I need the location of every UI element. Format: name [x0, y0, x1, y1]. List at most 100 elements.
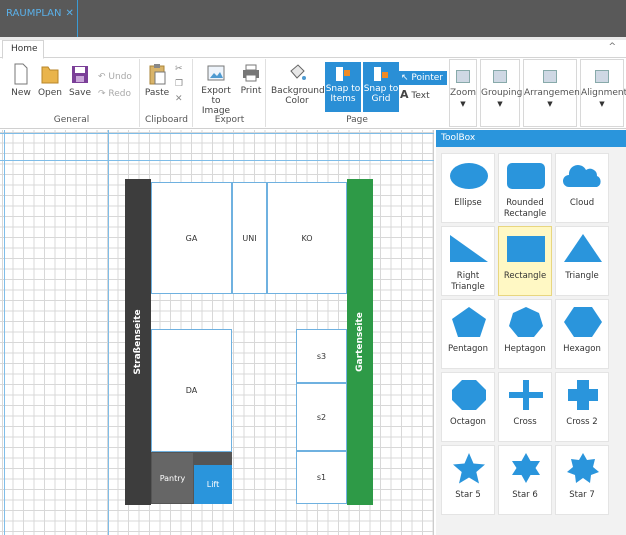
export-image-button[interactable]: Export to Image	[196, 63, 236, 116]
tool-hexagon[interactable]: Hexagon	[555, 299, 609, 369]
arrangement-label: Arrangement	[524, 88, 584, 98]
document-tab-title: RAUMPLAN	[6, 8, 62, 19]
pointer-label: Pointer	[411, 73, 443, 83]
cut-icon[interactable]: ✂	[175, 64, 183, 74]
snap-to-items-label: Snap to Items	[325, 84, 361, 104]
garden-side-bar[interactable]: Gartenseite	[347, 179, 373, 505]
chevron-down-icon: ▼	[599, 100, 605, 108]
chevron-down-icon: ▼	[547, 100, 553, 108]
arrangement-button[interactable]: Arrangement ▼	[523, 59, 583, 127]
grouping-icon	[493, 70, 507, 83]
tool-rectangle[interactable]: Rectangle	[498, 226, 552, 296]
collapse-ribbon-icon[interactable]: ^	[608, 42, 616, 52]
pentagon-icon	[452, 307, 486, 337]
group-export: Export to Image Print Export	[194, 59, 266, 127]
tool-label: Heptagon	[504, 344, 546, 354]
arrangement-icon	[543, 70, 557, 83]
room-lift-label: Lift	[206, 480, 220, 489]
delete-icon[interactable]: ✕	[175, 94, 183, 104]
room-s1[interactable]: s1	[296, 451, 347, 504]
grouping-button[interactable]: Grouping ▼	[480, 59, 522, 127]
room-s3-label: s3	[316, 351, 327, 361]
group-export-label: Export	[214, 115, 245, 125]
paste-button[interactable]: Paste	[144, 63, 170, 98]
alignment-button[interactable]: Alignment ▼	[580, 59, 626, 127]
redo-button[interactable]: ↷ Redo	[98, 89, 131, 99]
copy-icon[interactable]: ❐	[175, 79, 183, 89]
hexagon-icon	[564, 307, 602, 337]
tool-pentagon[interactable]: Pentagon	[441, 299, 495, 369]
tool-label: Right Triangle	[451, 271, 485, 292]
room-s2[interactable]: s2	[296, 383, 347, 451]
save-icon	[72, 66, 88, 83]
room-ga[interactable]: GA	[151, 182, 232, 294]
tool-heptagon[interactable]: Heptagon	[498, 299, 552, 369]
tool-cross-2[interactable]: Cross 2	[555, 372, 609, 442]
tool-octagon[interactable]: Octagon	[441, 372, 495, 442]
export-image-icon	[207, 65, 225, 81]
save-button[interactable]: Save	[66, 63, 94, 98]
street-side-label: Straßenseite	[133, 309, 143, 375]
cloud-icon	[563, 165, 601, 187]
room-uni-label: UNI	[242, 233, 257, 243]
toolbox-title: ToolBox	[436, 130, 626, 147]
room-da[interactable]: DA	[151, 329, 232, 452]
tool-label: Rectangle	[503, 271, 547, 281]
room-ko[interactable]: KO	[267, 182, 347, 294]
tool-label: Hexagon	[563, 344, 601, 354]
undo-label: Undo	[108, 72, 132, 82]
guide-line	[0, 133, 434, 134]
room-da-label: DA	[185, 386, 198, 395]
room-ga-label: GA	[185, 233, 198, 243]
tool-star-5[interactable]: Star 5	[441, 445, 495, 515]
room-lift-top[interactable]	[194, 452, 232, 465]
street-side-bar[interactable]: Straßenseite	[125, 179, 151, 505]
new-button[interactable]: New	[8, 63, 34, 98]
tool-label: Star 7	[569, 490, 595, 500]
print-button[interactable]: Print	[238, 63, 264, 96]
new-file-icon	[14, 63, 28, 85]
tool-label: Star 5	[455, 490, 481, 500]
title-bar	[0, 0, 626, 37]
tool-star-6[interactable]: Star 6	[498, 445, 552, 515]
room-s1-label: s1	[316, 473, 327, 482]
background-color-button[interactable]: Background Color	[271, 63, 325, 106]
toolbox-panel: ToolBox Ellipse Rounded Rectangle Cloud …	[436, 130, 626, 535]
undo-button[interactable]: ↶ Undo	[98, 72, 132, 82]
text-tool-button[interactable]: A Text	[400, 88, 430, 101]
alignment-label: Alignment	[581, 88, 626, 98]
tab-home[interactable]: Home	[2, 40, 44, 59]
document-tab[interactable]: RAUMPLAN ✕	[0, 0, 78, 37]
room-s3[interactable]: s3	[296, 329, 347, 383]
tool-label: Octagon	[450, 417, 486, 427]
close-icon[interactable]: ✕	[65, 8, 73, 19]
group-clipboard: Paste ✂ ❐ ✕ Clipboard	[141, 59, 193, 127]
tool-cloud[interactable]: Cloud	[555, 153, 609, 223]
snap-to-grid-button[interactable]: Snap to Grid	[363, 62, 399, 112]
snap-to-items-button[interactable]: Snap to Items	[325, 62, 361, 112]
pointer-tool-button[interactable]: ↖ Pointer	[397, 71, 447, 85]
printer-icon	[243, 64, 259, 82]
tool-label: Rounded Rectangle	[503, 198, 547, 219]
room-uni[interactable]: UNI	[232, 182, 267, 294]
ribbon-tab-row	[0, 40, 626, 58]
zoom-icon	[456, 70, 470, 83]
open-button[interactable]: Open	[36, 63, 64, 98]
room-pantry[interactable]: Pantry	[151, 452, 194, 504]
text-label: Text	[411, 91, 430, 101]
tool-right-triangle[interactable]: Right Triangle	[441, 226, 495, 296]
zoom-button[interactable]: Zoom ▼	[449, 59, 477, 127]
tool-ellipse[interactable]: Ellipse	[441, 153, 495, 223]
guide-line	[0, 160, 434, 161]
tool-rounded-rectangle[interactable]: Rounded Rectangle	[498, 153, 552, 223]
star-6-icon	[512, 453, 540, 483]
snap-items-icon	[336, 67, 350, 81]
guide-line	[4, 130, 5, 535]
snap-to-grid-label: Snap to Grid	[363, 84, 399, 104]
room-lift[interactable]: Lift	[194, 465, 232, 504]
cross-2-icon	[568, 380, 598, 410]
tool-triangle[interactable]: Triangle	[555, 226, 609, 296]
export-image-label: Export to Image	[201, 86, 231, 116]
tool-cross[interactable]: Cross	[498, 372, 552, 442]
tool-star-7[interactable]: Star 7	[555, 445, 609, 515]
